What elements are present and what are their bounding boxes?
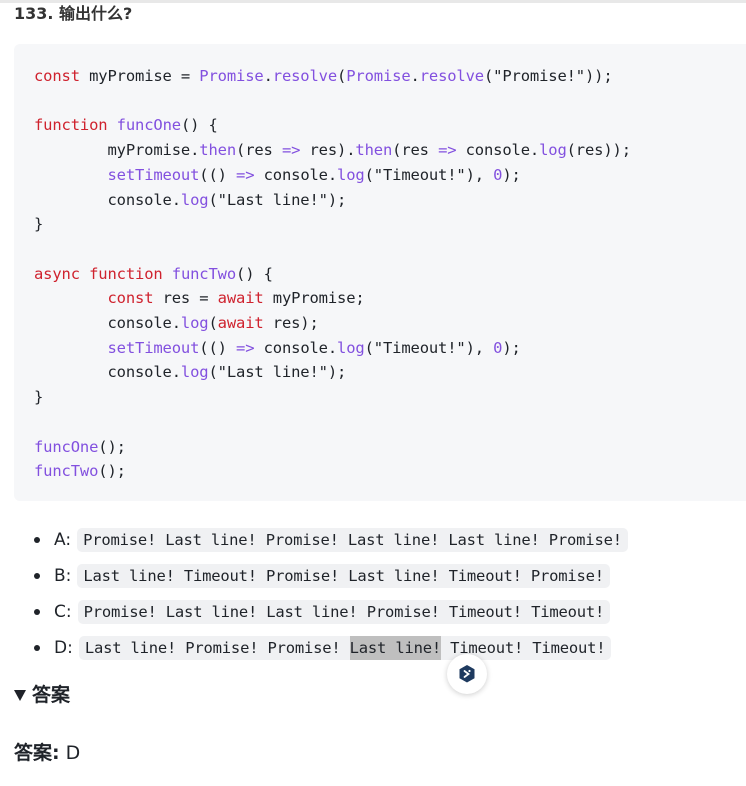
code-line-12: setTimeout(() => console.log("Timeout!")… (107, 338, 521, 357)
option-text-before: Last line! Promise! Promise! (84, 639, 350, 657)
deepl-translate-icon (459, 665, 475, 683)
triangle-down-icon (14, 689, 26, 701)
bullet-icon (34, 573, 40, 579)
translate-fab-button[interactable] (447, 654, 487, 694)
option-a: A: Promise! Last line! Promise! Last lin… (34, 522, 628, 558)
code-content: const myPromise = Promise.resolve(Promis… (34, 64, 746, 484)
options-list: A: Promise! Last line! Promise! Last lin… (34, 522, 628, 666)
bullet-icon (34, 537, 40, 543)
bullet-icon (34, 645, 40, 651)
selected-text-highlight[interactable]: Last line! (349, 636, 441, 660)
option-code: Last line! Timeout! Promise! Last line! … (77, 564, 610, 588)
code-line-9: async function funcTwo() { (34, 264, 273, 283)
option-code: Promise! Last line! Last line! Promise! … (77, 600, 611, 624)
code-line-10: const res = await myPromise; (107, 289, 365, 308)
option-letter: B: (54, 566, 72, 586)
code-line-14: } (34, 388, 44, 407)
code-line-3: function funcOne() { (34, 116, 218, 135)
answer-toggle-label: 答案 (32, 684, 71, 706)
code-line-7: } (34, 215, 44, 234)
answer-value: D (65, 742, 81, 764)
code-line-5: setTimeout(() => console.log("Timeout!")… (107, 165, 521, 184)
answer-label: 答案: (14, 742, 60, 764)
option-letter: D: (54, 638, 73, 658)
code-line-13: console.log("Last line!"); (34, 363, 347, 382)
code-line-16: funcOne(); (34, 437, 126, 456)
option-b: B: Last line! Timeout! Promise! Last lin… (34, 558, 628, 594)
option-code: Promise! Last line! Promise! Last line! … (77, 528, 628, 552)
question-title: 133. 输出什么? (14, 4, 133, 23)
code-line-17: funcTwo(); (34, 462, 126, 481)
code-line-6: console.log("Last line!"); (34, 190, 347, 209)
code-line-4: myPromise.then(res => res).then(res => c… (34, 141, 631, 160)
code-line-11: console.log(await res); (34, 314, 319, 333)
code-block: const myPromise = Promise.resolve(Promis… (14, 44, 746, 501)
bullet-icon (34, 609, 40, 615)
option-letter: C: (54, 602, 72, 622)
code-line-1: const myPromise = Promise.resolve(Promis… (34, 67, 613, 85)
option-letter: A: (54, 530, 72, 550)
option-d: D: Last line! Promise! Promise! Last lin… (34, 630, 628, 666)
answer-details-toggle[interactable]: 答案 (14, 683, 70, 707)
answer-line: 答案: D (14, 741, 80, 765)
option-c: C: Promise! Last line! Last line! Promis… (34, 594, 628, 630)
option-code: Last line! Promise! Promise! Last line! … (78, 636, 612, 660)
